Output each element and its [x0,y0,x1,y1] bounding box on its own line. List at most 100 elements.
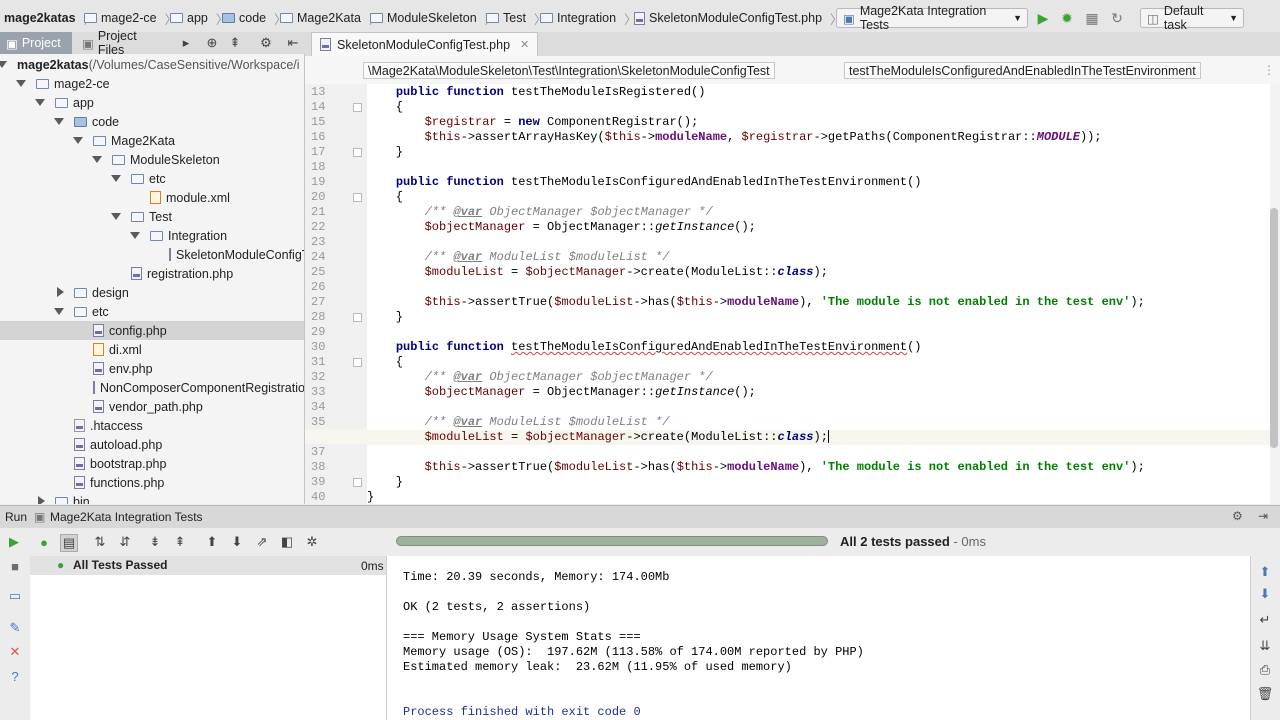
crumb-test[interactable]: Test〉 [486,10,546,27]
code-line[interactable]: public function testTheModuleIsConfigure… [367,175,922,190]
tree-node[interactable]: mage2-ce [0,74,304,93]
tree-node[interactable]: module.xml [0,188,304,207]
crumb-code[interactable]: code〉 [222,10,287,27]
code-line[interactable]: /** @var ModuleList $moduleList */ [367,415,670,430]
soft-wrap-icon[interactable]: ↵ [1257,612,1273,628]
code-line[interactable]: } [367,475,403,490]
trash-icon[interactable]: 🗑 [1257,686,1274,702]
code-editor[interactable]: public function testTheModuleIsRegistere… [367,84,1270,504]
code-line[interactable]: } [367,310,403,325]
next-icon[interactable]: ⬇ [229,534,245,550]
tree-node[interactable]: registration.php [0,264,304,283]
chevron-down-icon[interactable] [54,118,64,125]
breadcrumb-method[interactable]: testTheModuleIsConfiguredAndEnabledInThe… [844,62,1201,79]
tree-node[interactable]: env.php [0,359,304,378]
coverage-icon[interactable]: ▦ [1084,10,1100,26]
code-line[interactable]: } [367,145,403,160]
fold-marker-icon[interactable] [353,148,362,157]
gear-icon[interactable]: ⚙ [1232,509,1243,523]
code-line[interactable]: $objectManager = ObjectManager::getInsta… [367,385,756,400]
collapse-all-icon[interactable]: ⇞ [172,534,188,550]
close-icon[interactable]: ✕ [7,644,23,660]
tree-node[interactable]: autoload.php [0,435,304,454]
chevron-down-icon[interactable] [54,308,64,315]
breadcrumb-class[interactable]: \Mage2Kata\ModuleSkeleton\Test\Integrati… [363,62,775,79]
tree-node[interactable]: bootstrap.php [0,454,304,473]
code-line[interactable]: $this->assertArrayHasKey($this->moduleNa… [367,130,1102,145]
chevron-down-icon[interactable] [35,99,45,106]
test-tree-row[interactable]: ● All Tests Passed 0ms [30,556,386,575]
pin-icon[interactable]: ✎ [7,620,23,636]
tree-node[interactable]: Integration [0,226,304,245]
code-line[interactable]: $this->assertTrue($moduleList->has($this… [367,295,1145,310]
tree-node[interactable]: mage2katas (/Volumes/CaseSensitive/Works… [0,55,304,74]
code-line[interactable]: { [367,355,403,370]
code-line[interactable]: $moduleList = $objectManager->create(Mod… [367,430,1270,445]
expand-all-icon[interactable]: ⇟ [147,534,163,550]
chevron-down-icon[interactable] [111,175,121,182]
chevron-down-icon[interactable] [73,137,83,144]
crumb-app[interactable]: app〉 [170,10,228,27]
tree-node[interactable]: Mage2Kata [0,131,304,150]
tab-project[interactable]: ▣ Project [0,32,72,54]
collapse-all-icon[interactable]: ⇞ [227,35,243,51]
chevron-right-icon[interactable] [57,287,64,297]
code-line[interactable]: /** @var ObjectManager $objectManager */ [367,370,713,385]
debug-icon[interactable]: ✹ [1059,10,1075,26]
scroll-to-end-icon[interactable]: ⇊ [1257,638,1273,654]
arrow-up-icon[interactable]: ⬆ [1257,564,1273,580]
tree-node[interactable]: .htaccess [0,416,304,435]
layout-icon[interactable]: ▭ [7,588,23,604]
previous-icon[interactable]: ⬆ [204,534,220,550]
crumb-project[interactable]: mage2katas〉 [4,10,96,27]
code-line[interactable]: /** @var ModuleList $moduleList */ [367,250,670,265]
rerun-icon[interactable]: ▶ [6,534,22,550]
tree-node[interactable]: etc [0,302,304,321]
tree-node[interactable]: ModuleSkeleton [0,150,304,169]
run-config-tab[interactable]: Mage2Kata Integration Tests [50,510,203,524]
tree-node[interactable]: etc [0,169,304,188]
chevron-down-icon[interactable] [16,80,26,87]
tree-node[interactable]: functions.php [0,473,304,492]
fold-marker-icon[interactable] [353,313,362,322]
default-task-select[interactable]: ◫ Default task ▼ [1140,4,1244,32]
run-icon[interactable]: ▶ [1035,10,1051,26]
settings-icon[interactable]: ✲ [304,534,320,550]
crumb-file[interactable]: SkeletonModuleConfigTest.php〉 [634,10,843,27]
scroll-from-source-icon[interactable]: ⊕ [204,35,220,51]
chevron-down-icon[interactable] [92,156,102,163]
code-line[interactable]: public function testTheModuleIsRegistere… [367,85,706,100]
crumb-mage2kata[interactable]: Mage2Kata〉 [280,10,381,27]
code-line[interactable]: { [367,190,403,205]
close-icon[interactable]: ✕ [520,38,529,51]
crumb-integration[interactable]: Integration 〉 [540,10,637,27]
tab-project-files[interactable]: ▣ Project Files [76,29,172,57]
tree-node[interactable]: bin [0,492,304,504]
sort-alpha-icon[interactable]: ⇅ [92,534,108,550]
show-ignored-icon[interactable]: ▤ [60,534,78,552]
tree-node[interactable]: NonComposerComponentRegistration [0,378,304,397]
fold-marker-icon[interactable] [353,103,362,112]
tree-node[interactable]: vendor_path.php [0,397,304,416]
console-output[interactable]: Time: 20.39 seconds, Memory: 174.00Mb OK … [387,556,1250,720]
show-passed-icon[interactable]: ● [36,534,52,550]
export-icon[interactable]: ⇗ [254,534,270,550]
help-icon[interactable]: ? [7,668,23,684]
code-line[interactable]: $objectManager = ObjectManager::getInsta… [367,220,756,235]
tree-node[interactable]: app [0,93,304,112]
arrow-down-icon[interactable]: ⬇ [1257,586,1273,602]
code-line[interactable]: /** @var ObjectManager $objectManager */ [367,205,713,220]
chevron-right-icon[interactable] [38,496,45,504]
crumb-moduleskeleton[interactable]: ModuleSkeleton〉 [370,10,497,27]
hide-panel-icon[interactable]: ⇥ [1258,509,1268,523]
print-icon[interactable]: ⎙ [1257,662,1273,678]
tree-node[interactable]: code [0,112,304,131]
run-configuration-select[interactable]: ▣ Mage2Kata Integration Tests ▼ [836,4,1028,32]
fold-marker-icon[interactable] [353,478,362,487]
crumb-mage2-ce[interactable]: mage2-ce〉 [84,10,177,27]
code-line[interactable]: public function testTheModuleIsConfigure… [367,340,922,355]
gear-icon[interactable]: ⚙ [258,35,274,51]
sort-duration-icon[interactable]: ⇵ [117,534,133,550]
hide-panel-icon[interactable]: ⇤ [285,35,301,51]
code-line[interactable]: $registrar = new ComponentRegistrar(); [367,115,699,130]
